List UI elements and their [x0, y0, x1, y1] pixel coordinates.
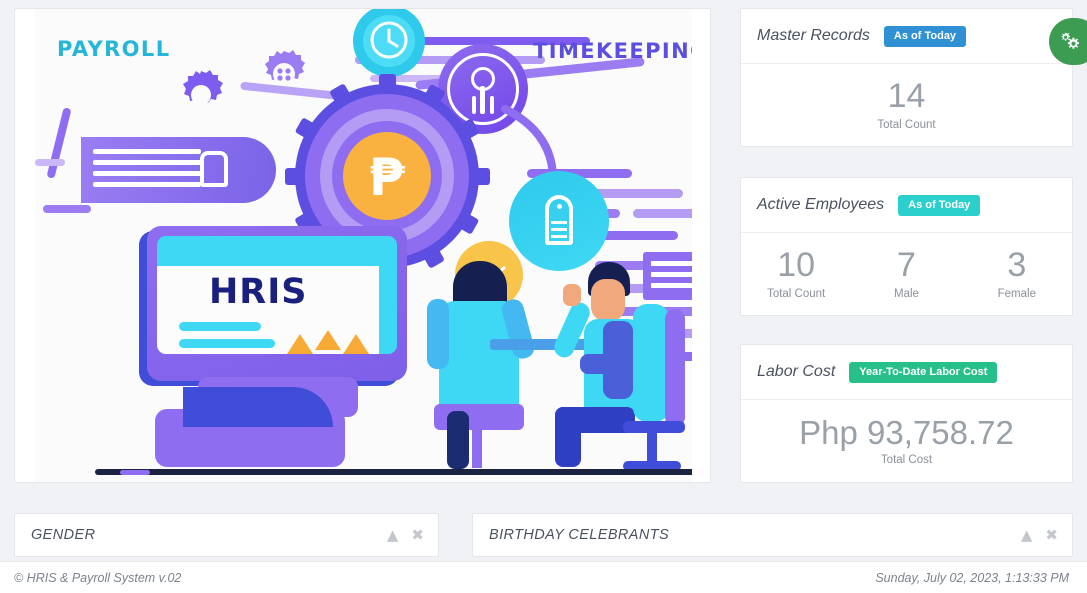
- card-title: Master Records: [757, 27, 870, 44]
- card-title: Active Employees: [757, 196, 885, 213]
- panel-tools: ▲ ✖: [387, 527, 424, 543]
- person-arm: [427, 299, 449, 369]
- person-leg: [447, 411, 469, 469]
- birthday-celebrants-panel: BIRTHDAY CELEBRANTS ▲ ✖: [472, 513, 1073, 557]
- person-hand: [563, 284, 581, 306]
- metric: Php 93,758.72 Total Cost: [741, 413, 1072, 467]
- card-title: Labor Cost: [757, 363, 836, 380]
- document-block: [81, 137, 276, 203]
- card-body: 14 Total Count: [741, 64, 1072, 146]
- card-header: Master Records As of Today: [741, 9, 1072, 64]
- status-badge: Year-To-Date Labor Cost: [849, 361, 998, 383]
- chevron-up-icon[interactable]: ▲: [1021, 527, 1033, 543]
- active-employees-card: Active Employees As of Today 10 Total Co…: [740, 177, 1073, 316]
- panel-tools: ▲ ✖: [1021, 527, 1058, 543]
- card-header: Active Employees As of Today: [741, 178, 1072, 233]
- metric-label: Total Count: [767, 287, 826, 300]
- close-icon[interactable]: ✖: [1045, 527, 1058, 543]
- illustration-card: PAYROLL TIMEKEEPING ₱ HRIS: [14, 8, 711, 483]
- note-block: [643, 252, 692, 300]
- footer: © HRIS & Payroll System v.02 Sunday, Jul…: [0, 561, 1087, 593]
- decor-bar: [46, 107, 72, 179]
- decor-bar: [35, 159, 65, 166]
- card-body: 10 Total Count 7 Male 3 Female: [741, 233, 1072, 315]
- chevron-up-icon[interactable]: ▲: [387, 527, 399, 543]
- metric-value: 14: [887, 77, 926, 116]
- payroll-label: PAYROLL: [57, 37, 171, 61]
- gender-panel: GENDER ▲ ✖: [14, 513, 439, 557]
- status-badge: As of Today: [898, 194, 981, 216]
- monitor: HRIS: [147, 226, 407, 381]
- copyright-text: © HRIS & Payroll System v.02: [14, 570, 182, 585]
- datetime-text: Sunday, July 02, 2023, 1:13:33 PM: [875, 570, 1069, 585]
- card-header: Labor Cost Year-To-Date Labor Cost: [741, 345, 1072, 400]
- metric-value: Php 93,758.72: [799, 413, 1014, 451]
- status-badge: As of Today: [883, 25, 967, 47]
- master-records-card: Master Records As of Today 14 Total Coun…: [740, 8, 1073, 147]
- decor-bar: [43, 205, 91, 213]
- panel-header: BIRTHDAY CELEBRANTS ▲ ✖: [473, 514, 1072, 556]
- metric-label: Female: [997, 287, 1036, 300]
- tag-icon: [200, 151, 228, 187]
- close-icon[interactable]: ✖: [411, 527, 424, 543]
- gear-icon: [183, 70, 223, 105]
- timekeeping-label: TIMEKEEPING: [533, 39, 692, 63]
- card-body: Php 93,758.72 Total Cost: [741, 400, 1072, 482]
- panel-title: BIRTHDAY CELEBRANTS: [489, 527, 670, 543]
- person-head: [591, 279, 625, 321]
- svg-text:₱: ₱: [369, 148, 406, 208]
- floor-line: [95, 469, 692, 475]
- floor-accent: [120, 470, 150, 475]
- metric: 14 Total Count: [741, 77, 1072, 131]
- panel-title: GENDER: [31, 527, 96, 543]
- panel-header: GENDER ▲ ✖: [15, 514, 438, 556]
- chair-post: [472, 428, 482, 468]
- metric-male: 7 Male: [851, 246, 961, 300]
- metric-value: 3: [1007, 246, 1027, 285]
- person-leg: [555, 407, 581, 467]
- metric-label: Male: [894, 287, 919, 300]
- clock-icon: [353, 9, 425, 77]
- metric-label: Total Count: [877, 118, 936, 131]
- cogs-icon: [1061, 32, 1079, 49]
- metric-value: 7: [897, 246, 916, 285]
- labor-cost-card: Labor Cost Year-To-Date Labor Cost Php 9…: [740, 344, 1073, 483]
- dashboard: PAYROLL TIMEKEEPING ₱ HRIS Master Record…: [0, 0, 1087, 593]
- metric-total: 10 Total Count: [741, 246, 851, 300]
- chair-back: [633, 304, 669, 422]
- hris-logo-text: HRIS: [209, 272, 308, 312]
- chair-frame: [665, 309, 685, 427]
- desk-shadow: [183, 387, 333, 427]
- metric-value: 10: [777, 246, 816, 285]
- metric-label: Total Cost: [880, 454, 933, 467]
- id-tag-icon: [509, 171, 609, 271]
- decor-bar: [633, 209, 692, 218]
- metric-female: 3 Female: [962, 246, 1072, 300]
- hris-illustration: PAYROLL TIMEKEEPING ₱ HRIS: [35, 9, 692, 482]
